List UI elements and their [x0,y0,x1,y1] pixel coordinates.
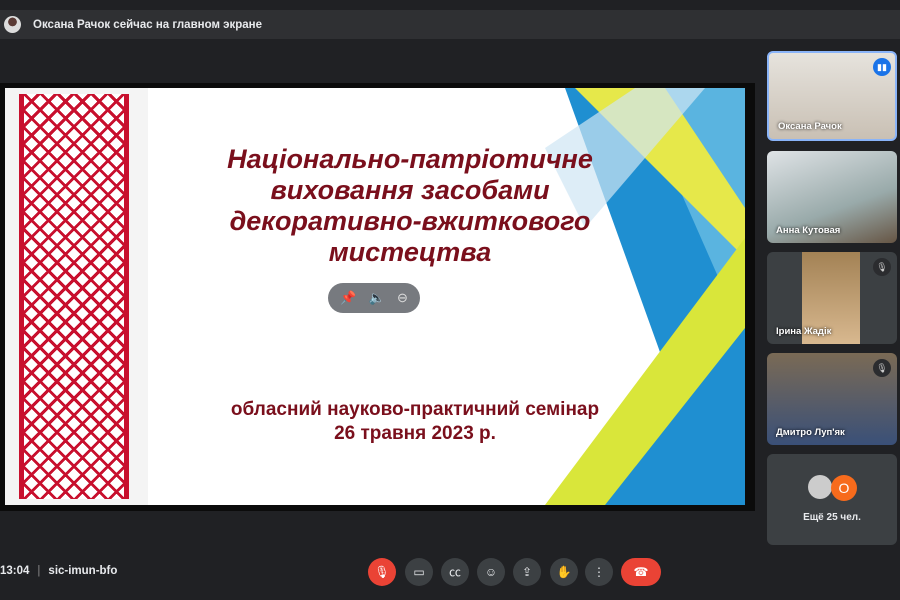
meeting-code: sic-imun-bfo [48,565,118,577]
embroidery-ornament [5,88,148,505]
pin-icon[interactable]: 📌 [340,290,356,306]
mic-off-button[interactable]: 🎙 [368,558,396,586]
banner-text: Оксана Рачок сейчас на главном экране [33,18,263,31]
title-line: виховання засобами [270,175,550,205]
subtitle-line: обласний науково-практичний семінар [230,399,600,420]
speaking-icon: ▮▮ [873,58,891,76]
participant-tile[interactable]: 🎙 Дмитро Луп'як [767,353,897,445]
participant-name: Дмитро Луп'як [776,427,845,438]
leave-call-button[interactable]: ☎ [621,558,661,586]
raise-hand-button[interactable]: ✋ [550,558,578,586]
volume-icon[interactable]: 🔈 [369,290,385,306]
camera-button[interactable]: ▭ [405,558,433,586]
participant-tile[interactable]: ▮▮ Оксана Рачок [767,51,897,141]
tile-overlay-controls: 📌 🔈 ⊖ [328,283,420,313]
participant-name: Оксана Рачок [778,121,842,132]
more-options-button[interactable]: ⋮ [585,558,613,586]
reactions-button[interactable]: ☺ [477,558,505,586]
avatar [808,475,832,499]
captions-button[interactable]: ㏄ [441,558,469,586]
slide-subtitle: обласний науково-практичний семінар 26 т… [155,398,675,446]
slide-title: Національно-патріотичне виховання засоба… [155,144,665,268]
title-line: мистецтва [328,237,492,267]
participant-name: Анна Кутовая [776,225,841,236]
avatar [4,16,21,33]
presenting-banner: Оксана Рачок сейчас на главном экране [0,10,900,39]
participant-tile[interactable]: Анна Кутовая [767,151,897,243]
title-line: декоративно-вжиткового [229,206,591,236]
participant-tile[interactable]: 🎙 Ірина Жадік [767,252,897,344]
meeting-info: 13:04 | sic-imun-bfo [0,565,118,577]
present-button[interactable]: ⇪ [513,558,541,586]
mic-off-icon: 🎙 [873,258,891,276]
more-participants-tile[interactable]: О Ещё 25 чел. [767,454,897,545]
avatar: О [831,475,857,501]
subtitle-line: 26 травня 2023 р. [334,423,496,444]
more-participants-label: Ещё 25 чел. [803,512,861,523]
participant-name: Ірина Жадік [776,326,832,337]
mic-off-icon: 🎙 [873,359,891,377]
remove-icon[interactable]: ⊖ [397,290,408,306]
clock: 13:04 [0,565,30,577]
title-line: Національно-патріотичне [227,144,593,174]
